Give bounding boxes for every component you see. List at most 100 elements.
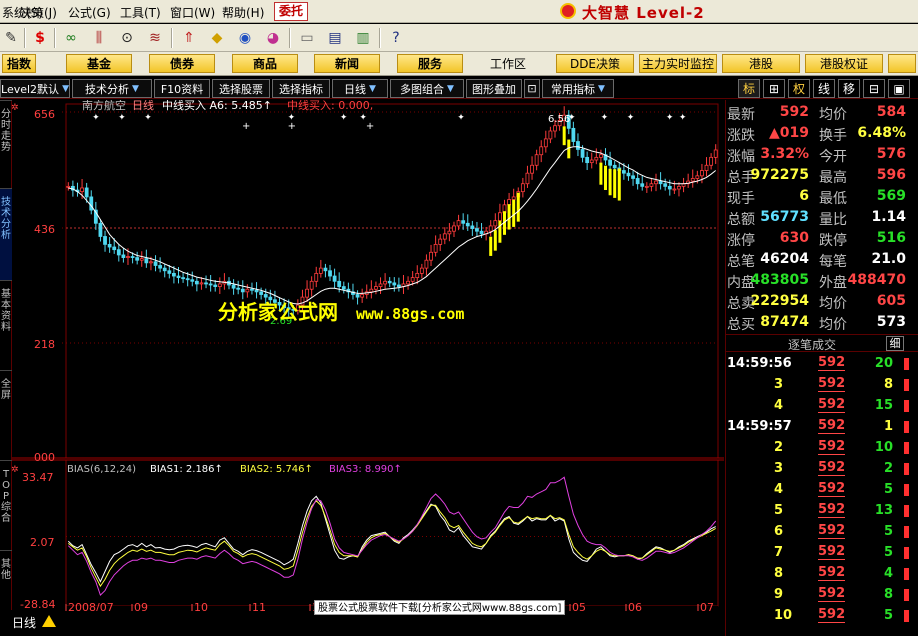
category-fund-button[interactable]: 基金 [66,54,132,73]
candle-body [231,284,236,289]
tab-mark[interactable]: 标 [738,79,760,98]
tab-line[interactable]: 线 [813,79,835,98]
tick-price: 592 [818,355,846,371]
menu-formula[interactable]: 公式(G) [68,4,111,21]
category-index-button[interactable]: 指数 [2,54,36,73]
tab-multi-chart[interactable]: 多图组合 ▼ [390,79,464,98]
category-commodity-button[interactable]: 商品 [232,54,298,73]
menu-weituo-button[interactable]: 委托 [274,2,308,21]
tab-window-icon[interactable]: ▣ [888,79,910,98]
diamond-icon[interactable]: ◆ [206,27,228,49]
books-icon[interactable]: ▥ [352,27,374,49]
candle-body [135,257,140,261]
tab-f10[interactable]: F10资料 [154,79,210,98]
window-icon[interactable]: ▤ [324,27,346,49]
menu-bar: 系统(S) 决策(J) 公式(G) 工具(T) 窗口(W) 帮助(H) 委托 大… [0,0,918,23]
tab-select-indicator[interactable]: 选择指标 [272,79,330,98]
menu-window[interactable]: 窗口(W) [170,4,215,21]
tab-overlay[interactable]: 图形叠加 [466,79,522,98]
wave-icon[interactable]: ≋ [144,27,166,49]
vtab-fundamentals[interactable]: 基本资料 [0,280,12,370]
tick-volume: 5 [883,524,893,539]
quote-panel: 最新 592 均价 584 涨跌 ▲019 换手 6.48% 涨幅 3.32% 今开 576 总手 972… [725,100,918,636]
candle-body [116,249,121,256]
tick-volume: 15 [874,398,893,413]
tab-technical-analysis[interactable]: 技术分析 ▼ [72,79,152,98]
globe-icon[interactable]: ◉ [234,27,256,49]
pencil-icon[interactable]: ✎ [0,27,22,49]
dollar-icon[interactable]: $ [29,27,51,49]
price-axis-label: 656 [34,108,55,121]
tab-daily[interactable]: 日线 ▼ [332,79,388,98]
candle-body [695,175,700,179]
bias3-label: BIAS3: 8.990↑ [329,464,402,475]
warning-triangle-icon[interactable] [42,615,56,627]
quote-label: 现手 [727,191,755,207]
candle-body [323,267,328,272]
chart-area[interactable]: ✦ ✦ ✦ ✦ ✦ ✦ ✦ ✦ ✦ ✦ ✦ ✦+ + + ✲ 南方航空 日线 中线买入 A6: 5.485… [12,100,724,612]
tick-time: 3 [774,377,784,392]
menu-help[interactable]: 帮助(H) [222,4,264,21]
quote-row: 总笔 46204 每笔 21.0 [726,249,908,270]
hk-warrant-button[interactable]: 港股权证 [805,54,883,73]
status-period[interactable]: 日线 [12,614,36,631]
tick-price: 592 [818,544,846,560]
chart-up-icon[interactable]: ⇑ [178,27,200,49]
price-axis-label: 218 [34,338,55,351]
bars-icon[interactable]: ⫼ [88,27,110,49]
tab-select-stock[interactable]: 选择股票 [212,79,270,98]
tick-time: 10 [774,608,793,623]
help-pointer-icon[interactable]: ? [385,27,407,49]
tab-minus-icon[interactable]: ⊟ [863,79,885,98]
tab-label: 常用指标 [551,82,596,96]
tab-grid-icon[interactable]: ⊞ [763,79,785,98]
vtab-intraday[interactable]: 分时走势 [0,100,12,188]
indicator-line: 中线买入 A6: 5.485↑ [162,100,272,112]
signal-bar [613,169,617,198]
toolbar-divider [171,28,173,48]
candle-body [456,220,461,227]
lock-icon[interactable]: ⊡ [524,79,540,98]
dropdown-arrow-icon: ▼ [132,83,139,94]
glasses-icon[interactable]: ∞ [60,27,82,49]
main-force-monitor-button[interactable]: 主力实时监控 [639,54,717,73]
quote-label: 外盘 [819,275,847,291]
pie-icon[interactable]: ◕ [262,27,284,49]
bias-settings-icon[interactable]: ✲ [12,465,19,475]
category-bar: 指数 基金 债券 商品 新闻 服务 工作区 DDE决策 主力实时监控 港股 港股… [0,52,918,76]
tab-common-indicators[interactable]: 常用指标 ▼ [542,79,614,98]
hk-stock-button[interactable]: 港股 [722,54,800,73]
bias-header: BIAS(6,12,24) [67,464,136,475]
candle-body [259,291,264,295]
quote-row: 总卖 222954 均价 605 [726,291,908,312]
candle-body [433,243,438,253]
signal-bar [512,199,516,227]
tick-volume: 5 [883,608,893,623]
candle-body [461,220,466,224]
vtab-technical[interactable]: 技术分析 [0,188,12,280]
tick-detail-button[interactable]: 细 [886,336,904,351]
quote-value: 1.14 [871,209,906,225]
category-service-button[interactable]: 服务 [397,54,463,73]
dde-decision-button[interactable]: DDE决策 [556,54,634,73]
category-bond-button[interactable]: 债券 [149,54,215,73]
category-more-button[interactable] [888,54,916,73]
tab-level2-default[interactable]: Level2默认 ▼ [0,79,70,98]
vtab-top-composite[interactable]: TOP综合 [0,460,12,550]
tab-move[interactable]: 移 [838,79,860,98]
vtab-fullscreen[interactable]: 全屏 [0,370,12,460]
binoculars-icon[interactable]: ⊙ [116,27,138,49]
dropdown-arrow-icon: ▼ [62,83,69,94]
menu-tools[interactable]: 工具(T) [120,4,161,21]
page-icon[interactable]: ▭ [296,27,318,49]
menu-decision[interactable]: 决策(J) [20,4,57,21]
tab-rights[interactable]: 权 [788,79,810,98]
settings-gear-icon[interactable]: ✲ [12,103,19,113]
quote-label: 最低 [819,191,847,207]
candle-body [525,172,530,185]
quote-value: 972275 [750,167,809,183]
candle-body [475,228,479,232]
bias-frame [65,459,719,607]
category-news-button[interactable]: 新闻 [314,54,380,73]
vtab-other[interactable]: 其他 [0,550,12,610]
